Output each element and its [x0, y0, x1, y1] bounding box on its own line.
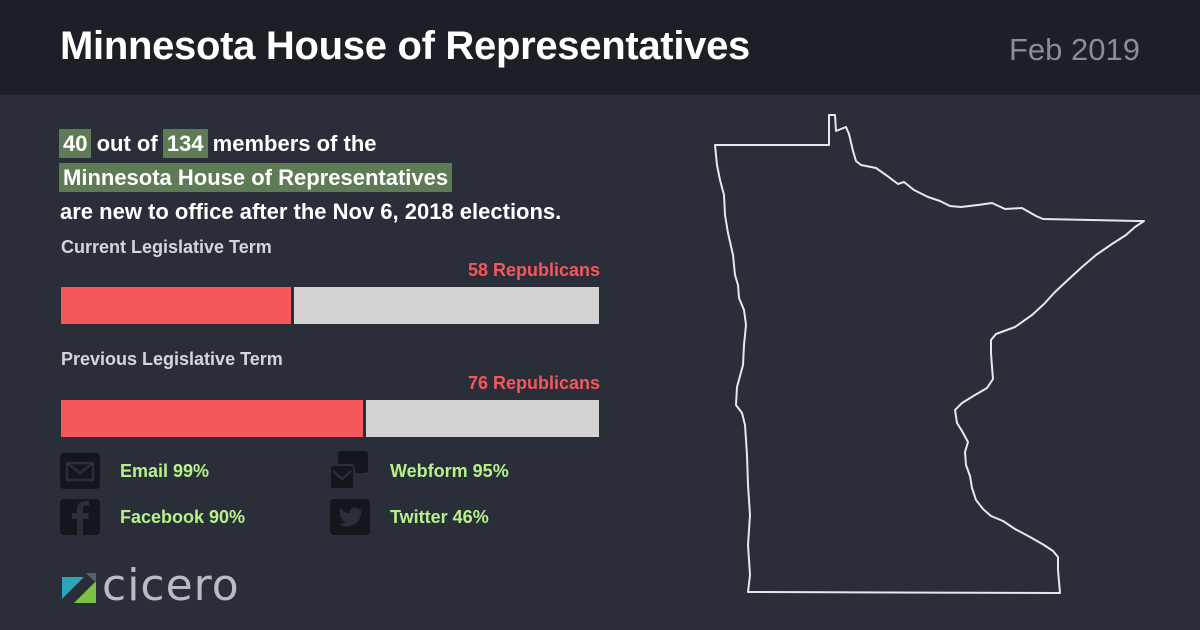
- total-highlight: 134: [162, 129, 208, 158]
- contact-twitter: Twitter 46%: [330, 499, 489, 535]
- headline: 40 out of 134 members of the Minnesota H…: [59, 127, 660, 229]
- contact-facebook: Facebook 90%: [60, 499, 245, 535]
- previous-term-bar: [61, 400, 599, 437]
- page-title: Minnesota House of Representatives: [60, 24, 750, 68]
- members-text: members of the: [212, 131, 377, 156]
- cicero-logo: cicero: [62, 560, 240, 611]
- out-of-text: out of: [96, 131, 158, 156]
- webform-icon: [330, 451, 370, 490]
- contact-facebook-label: Facebook 90%: [120, 506, 246, 527]
- previous-term-label: Previous Legislative Term: [61, 349, 283, 369]
- contact-twitter-label: Twitter 46%: [390, 506, 489, 527]
- current-term-label: Current Legislative Term: [61, 237, 272, 257]
- new-count-highlight: 40: [59, 129, 92, 158]
- current-republicans-label: 58 Republicans: [467, 260, 600, 280]
- previous-republicans-label: 76 Republicans: [467, 373, 600, 393]
- contact-webform-label: Webform 95%: [390, 460, 509, 481]
- contact-email: Email 99%: [60, 453, 209, 489]
- contact-email-label: Email 99%: [120, 460, 210, 481]
- date-label: Feb 2019: [1009, 32, 1140, 67]
- header-bar: Minnesota House of Representatives Feb 2…: [0, 0, 1200, 95]
- current-term-bar: [61, 287, 599, 324]
- contact-webform: Webform 95%: [330, 451, 509, 490]
- cicero-logo-text: cicero: [102, 560, 240, 611]
- cicero-logo-mark-icon: [62, 572, 96, 603]
- headline-line3: are new to office after the Nov 6, 2018 …: [60, 199, 562, 224]
- minnesota-map: [714, 114, 1145, 594]
- twitter-icon: [330, 499, 370, 535]
- previous-term-republican-fill: [61, 400, 366, 437]
- body-name-highlight: Minnesota House of Representatives: [59, 163, 453, 192]
- current-term-republican-fill: [61, 287, 294, 324]
- facebook-icon: [60, 499, 100, 535]
- minnesota-outline: [714, 114, 1145, 594]
- email-icon: [60, 453, 100, 489]
